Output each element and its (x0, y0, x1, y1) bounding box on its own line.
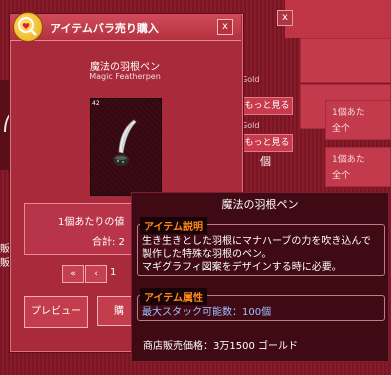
dialog-title: アイテムバラ売り購入 (50, 22, 159, 35)
heart-search-icon (13, 12, 43, 42)
item-name-english: Magic Featherpen (89, 72, 161, 81)
dialog-close-button[interactable]: x (217, 19, 233, 35)
shop-list-item[interactable]: 1個あた 全个 (325, 147, 391, 187)
description-line: マギグラフィ図案をデザインする時に必要。 (142, 262, 342, 273)
total-price-label: 合計: 2 (92, 237, 125, 248)
item-name: 魔法の羽根ペン (90, 62, 160, 73)
gold-label: Gold (241, 75, 260, 84)
tooltip-title: 魔法の羽根ペン (221, 198, 299, 211)
list-item-price: 1個あた (332, 108, 365, 118)
list-item-price: 1個あた (332, 155, 365, 165)
show-more-button[interactable]: もっと見る (241, 134, 293, 152)
shop-close-button[interactable]: x (277, 10, 293, 26)
per-item-price-label: 1個あたりの値 (58, 217, 125, 228)
item-description: 生き生きとした羽根にマナハーブの力を吹き込んで 製作した特殊な羽根のペン。 マギ… (142, 235, 382, 274)
list-item-total: 全个 (332, 171, 351, 181)
shop-header-bar (285, 0, 391, 38)
unit-label: 個 (260, 155, 271, 168)
shop-list-item[interactable] (300, 38, 391, 83)
item-stack-count: 42 (92, 100, 100, 107)
show-more-button[interactable]: もっと見る (241, 97, 293, 115)
shop-sell-price: 商店販売価格：3万1500 ゴールド (143, 341, 298, 352)
featherpen-icon (113, 119, 137, 166)
first-page-button[interactable]: « (62, 265, 84, 283)
description-line: 製作した特殊な羽根のペン。 (142, 249, 272, 260)
max-stack-attribute: 最大スタック可能数：100個 (142, 307, 272, 318)
prev-page-button[interactable]: ‹ (85, 265, 107, 283)
page-number: 1 (110, 267, 117, 278)
list-item-total: 全个 (332, 124, 351, 134)
description-line: 生き生きとした羽根にマナハーブの力を吹き込んで (142, 236, 371, 247)
gold-label: Gold (241, 121, 260, 130)
shop-list-item[interactable]: 1個あた 全个 (325, 100, 391, 140)
description-header: アイテム説明 (140, 217, 207, 234)
preview-button[interactable]: プレビュー (24, 296, 88, 328)
